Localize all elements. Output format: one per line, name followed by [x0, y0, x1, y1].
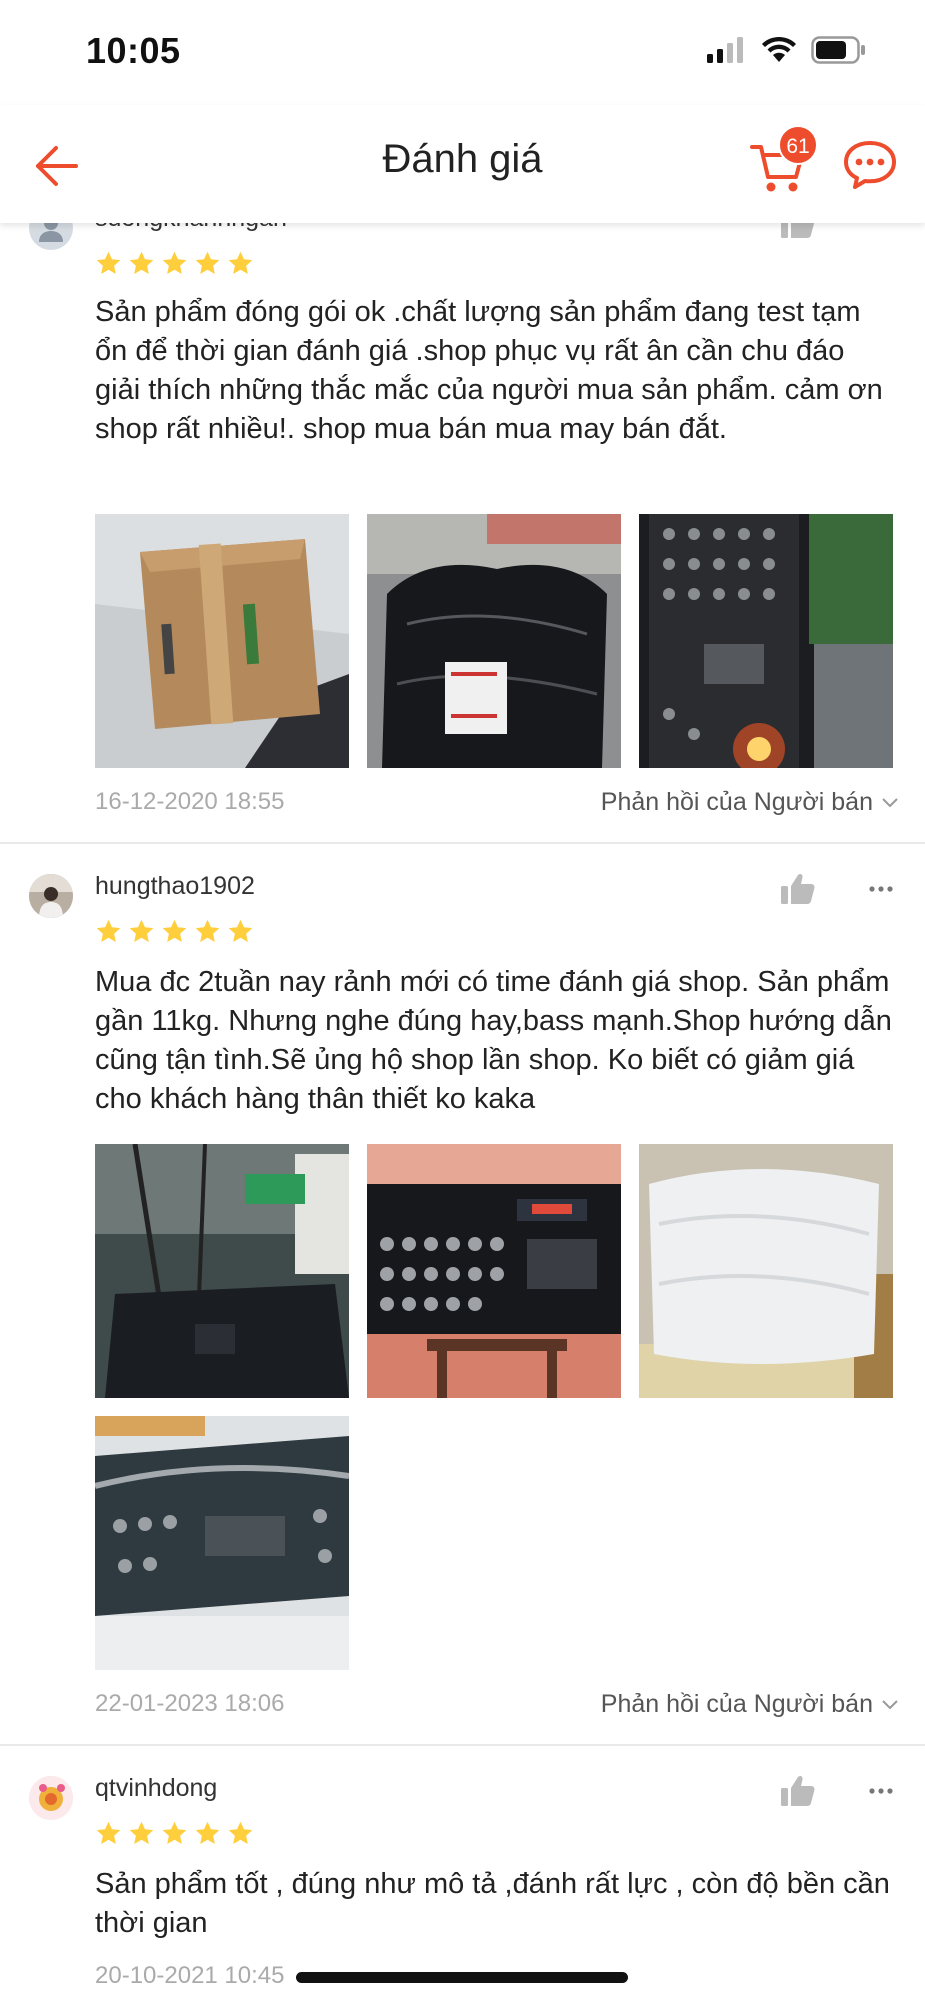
rating-stars	[95, 918, 254, 945]
cardboard-box-photo	[95, 514, 349, 768]
amplifier-on-floor-photo	[95, 1144, 349, 1398]
chevron-down-icon	[882, 1699, 898, 1709]
review-date: 22-01-2023 18:06	[95, 1690, 285, 1717]
star-icon	[228, 251, 253, 274]
star-icon	[129, 251, 154, 274]
star-icon	[96, 919, 121, 942]
chat-icon[interactable]	[842, 137, 898, 193]
amplifier-panel-led-photo	[639, 514, 893, 768]
star-icon	[96, 1821, 121, 1844]
divider	[0, 1744, 925, 1746]
thumbs-up-icon[interactable]	[780, 872, 816, 906]
seller-reply-label: Phản hồi của Người bán	[600, 1690, 873, 1718]
status-bar: 10:05	[0, 0, 925, 105]
review-text: Sản phẩm tốt , đúng như mô tả ,đánh rất …	[95, 1868, 890, 1939]
review-text: Mua đc 2tuần nay rảnh mới có time đánh g…	[95, 966, 892, 1115]
white-wrapped-package-photo	[639, 1144, 893, 1398]
home-indicator	[296, 1972, 628, 1983]
star-icon	[129, 1821, 154, 1844]
avatar	[29, 874, 73, 918]
cart-count-badge: 61	[778, 125, 818, 165]
review-photo[interactable]	[639, 514, 893, 768]
review-photo[interactable]	[367, 514, 621, 768]
chevron-down-icon	[882, 797, 898, 807]
reviewer-username[interactable]: hungthao1902	[95, 872, 255, 901]
star-icon	[162, 251, 187, 274]
star-icon	[96, 251, 121, 274]
seller-reply-toggle[interactable]: Phản hồi của Người bán	[601, 788, 899, 817]
cellular-signal-icon	[707, 37, 743, 63]
star-icon	[195, 1821, 220, 1844]
review-text: Sản phẩm đóng gói ok .chất lượng sản phẩ…	[95, 296, 883, 445]
avatar	[29, 1776, 73, 1820]
review-photo[interactable]	[95, 514, 349, 768]
status-time: 10:05	[86, 30, 181, 71]
star-icon	[129, 919, 154, 942]
user-photo-avatar	[29, 874, 73, 918]
star-icon	[162, 1821, 187, 1844]
star-icon	[162, 919, 187, 942]
user-photo-avatar	[29, 1776, 73, 1820]
seller-reply-label: Phản hồi của Người bán	[600, 788, 873, 816]
review-photo[interactable]	[639, 1144, 893, 1398]
star-icon	[195, 251, 220, 274]
review-photo[interactable]	[95, 1144, 349, 1398]
review-photo[interactable]	[95, 1416, 349, 1670]
review-date: 16-12-2020 18:55	[95, 788, 285, 815]
review-date: 20-10-2021 10:45	[95, 1962, 285, 1989]
status-icons	[707, 36, 867, 64]
reviewer-username[interactable]: qtvinhdong	[95, 1774, 217, 1803]
rating-stars	[95, 250, 254, 277]
amplifier-front-panel-photo	[367, 1144, 621, 1398]
app-header: Đánh giá 61	[0, 105, 925, 223]
star-icon	[228, 1821, 253, 1844]
seller-reply-toggle[interactable]: Phản hồi của Người bán	[601, 1690, 899, 1719]
thumbs-up-icon[interactable]	[780, 1774, 816, 1808]
rating-stars	[95, 1820, 254, 1847]
black-wrapped-package-photo	[367, 514, 621, 768]
battery-icon	[811, 36, 865, 64]
wifi-icon	[762, 36, 796, 62]
review-photo[interactable]	[367, 1144, 621, 1398]
divider	[0, 842, 925, 844]
more-options-icon[interactable]	[868, 884, 894, 894]
amplifier-in-plastic-photo	[95, 1416, 349, 1670]
more-options-icon[interactable]	[868, 1786, 894, 1796]
star-icon	[195, 919, 220, 942]
star-icon	[228, 919, 253, 942]
